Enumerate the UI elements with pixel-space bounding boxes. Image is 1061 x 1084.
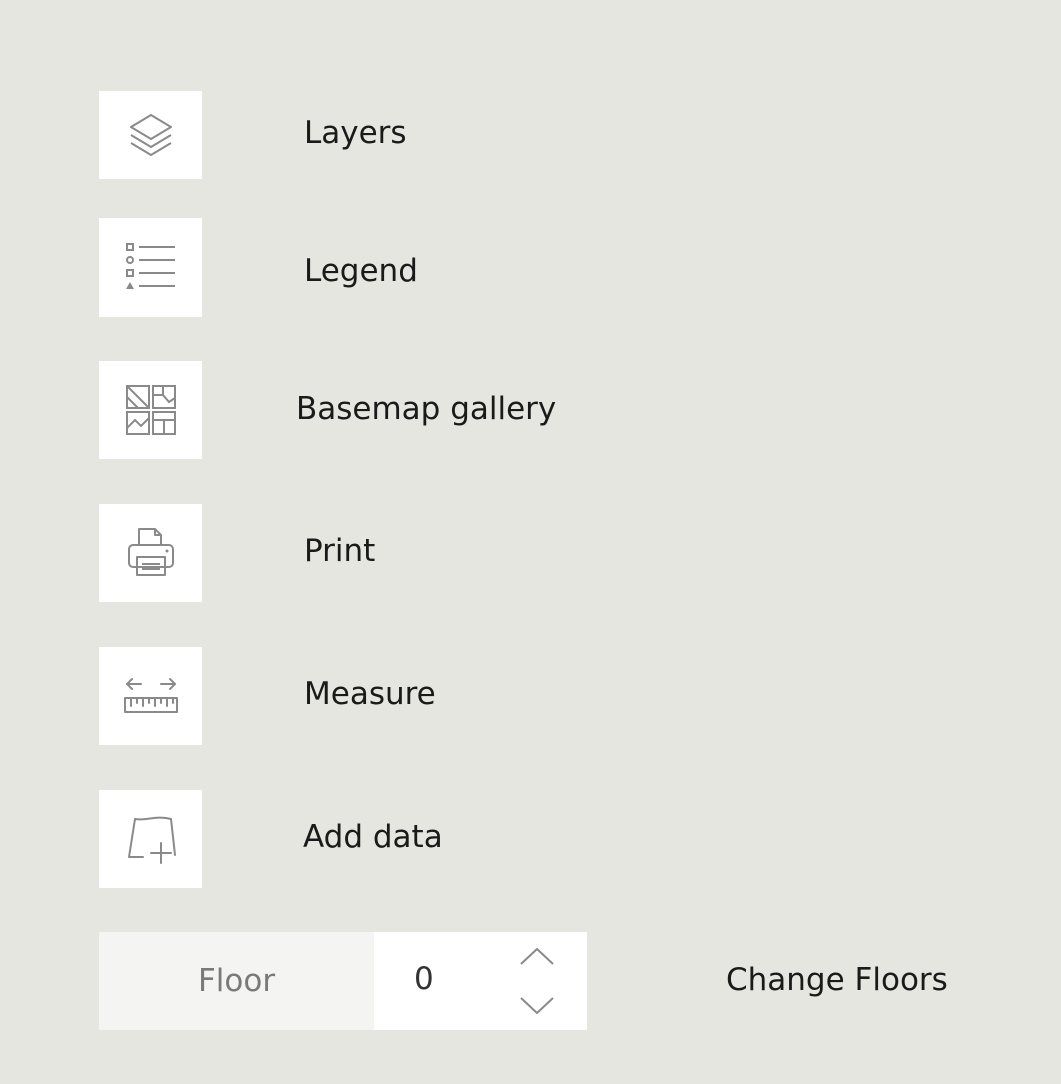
floor-increment-button[interactable] [518,944,556,968]
basemap-gallery-button[interactable] [99,361,202,459]
chevron-up-icon [520,948,554,965]
change-floors-label: Change Floors [726,962,948,998]
print-button[interactable] [99,504,202,602]
legend-icon [125,242,175,289]
floor-value[interactable]: 0 [414,964,434,995]
tool-label-legend: Legend [304,253,418,289]
tool-label-layers: Layers [304,115,407,151]
floor-label: Floor [99,932,374,1030]
layers-button[interactable] [99,91,202,179]
printer-icon [127,528,174,576]
basemap-gallery-icon [125,385,176,435]
tool-label-basemap-gallery: Basemap gallery [296,391,557,427]
tool-label-measure: Measure [304,676,436,712]
measure-button[interactable] [99,647,202,745]
floor-selector: Floor 0 [99,932,587,1030]
chevron-down-icon [520,997,554,1014]
legend-button[interactable] [99,218,202,317]
add-data-icon [127,816,176,864]
layers-icon [129,114,172,156]
floor-decrement-button[interactable] [518,994,556,1018]
ruler-icon [123,678,178,713]
tool-label-print: Print [304,533,376,569]
add-data-button[interactable] [99,790,202,888]
floor-input[interactable]: 0 [374,932,587,1030]
tool-label-add-data: Add data [303,819,443,855]
